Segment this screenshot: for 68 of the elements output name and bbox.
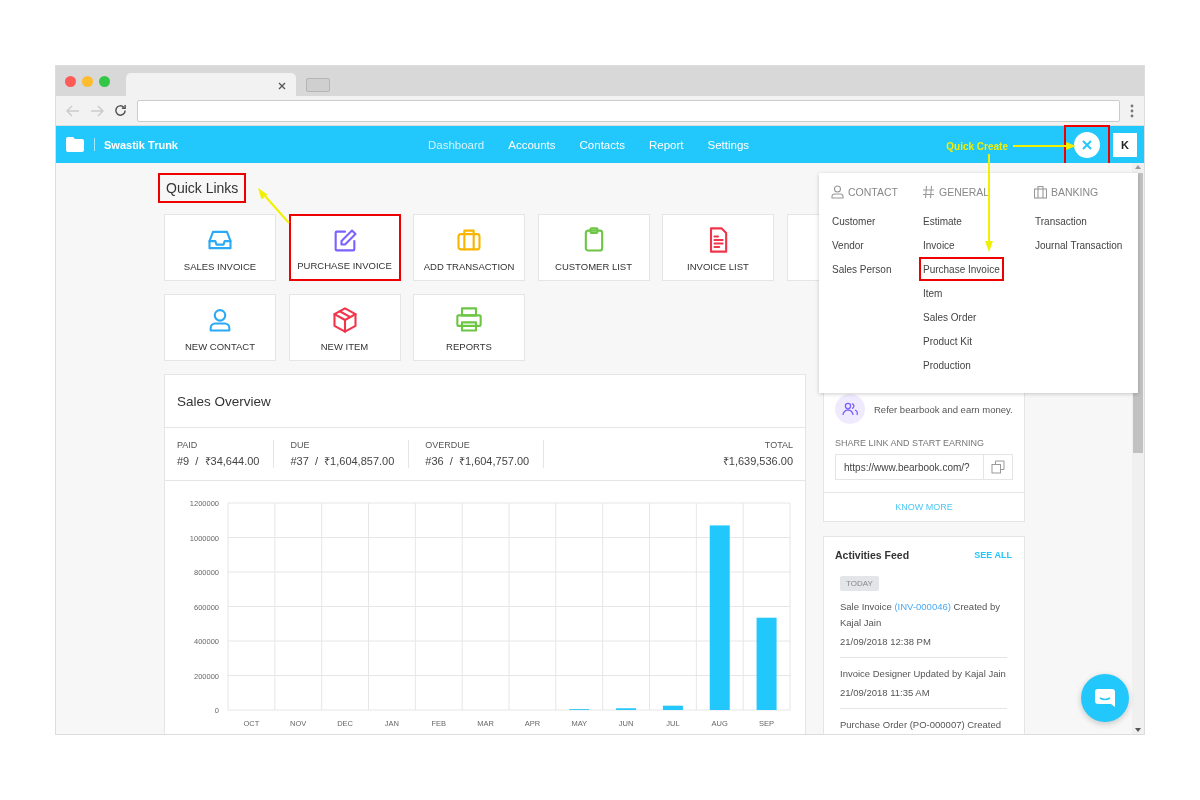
- stat-value: #36 / ₹1,604,757.00: [425, 454, 530, 468]
- activity-text: Purchase Order (PO-000007) Created: [840, 718, 1003, 732]
- quick-link-tile[interactable]: NEW ITEM: [288, 294, 401, 361]
- section-title: Quick Links: [158, 173, 247, 203]
- menu-item[interactable]: Sales Person: [828, 257, 896, 281]
- menu-item[interactable]: Estimate: [919, 209, 966, 233]
- menu-item[interactable]: Product Kit: [919, 329, 976, 353]
- menu-item[interactable]: Transaction: [1031, 209, 1091, 233]
- quick-link-tile[interactable]: SALES INVOICE: [164, 214, 276, 281]
- date-badge: TODAY: [840, 576, 879, 591]
- quick-link-tile[interactable]: PURCHASE INVOICE: [288, 214, 401, 281]
- minimize-window-icon[interactable]: [82, 75, 93, 87]
- address-field[interactable]: [137, 99, 1120, 122]
- folder-icon[interactable]: [65, 136, 85, 153]
- chart-bar: [662, 705, 683, 710]
- card-title: Activities Feed: [835, 549, 910, 561]
- stat-value: #37 / ₹1,604,857.00: [290, 454, 395, 468]
- menu-heading: BANKING: [1051, 186, 1099, 198]
- menu-item[interactable]: Production: [919, 353, 975, 377]
- chat-button[interactable]: [1081, 674, 1129, 722]
- annotation-arrow: [258, 188, 290, 224]
- menu-item[interactable]: Sales Order: [919, 305, 981, 329]
- reload-icon[interactable]: [114, 104, 127, 117]
- menu-item[interactable]: Item: [919, 281, 947, 305]
- close-icon[interactable]: [278, 82, 286, 90]
- brand-name: Swastik Trunk: [104, 138, 178, 151]
- card-title: Sales Overview: [177, 393, 271, 409]
- chat-icon[interactable]: [1094, 688, 1116, 708]
- annotation-arrow: [1012, 142, 1076, 150]
- menu-item[interactable]: Vendor: [828, 233, 868, 257]
- share-label: SHARE LINK AND START EARNING: [835, 438, 986, 448]
- maximize-window-icon[interactable]: [99, 75, 110, 87]
- quick-link-tile[interactable]: REPORTS: [413, 294, 525, 361]
- menu-item[interactable]: Invoice: [919, 233, 959, 257]
- scroll-up-icon[interactable]: [1135, 165, 1141, 169]
- scroll-down-icon[interactable]: [1135, 728, 1141, 732]
- activity-time: 21/09/2018 11:35 AM: [840, 687, 931, 698]
- quick-link-tile[interactable]: CUSTOMER LIST: [537, 214, 650, 281]
- menu-heading: CONTACT: [848, 186, 898, 198]
- people-icon: [835, 394, 865, 424]
- back-icon[interactable]: [66, 104, 80, 117]
- quick-link-tile[interactable]: NEW CONTACT: [164, 294, 276, 361]
- activity-text: Sale Invoice (INV-000046) Created by Kajal Jain: [840, 600, 1002, 630]
- stat-value: #9 / ₹34,644.00: [177, 454, 260, 468]
- quick-link-tile[interactable]: INVOICE LIST: [662, 214, 774, 281]
- quick-link-tile[interactable]: ADD TRANSACTION: [413, 214, 525, 281]
- close-window-icon[interactable]: [65, 75, 76, 87]
- stat-label: TOTAL: [764, 440, 793, 450]
- menu-item[interactable]: Journal Transaction: [1031, 233, 1127, 257]
- activity-text: Invoice Designer Updated by Kajal Jain: [840, 667, 1007, 681]
- more-icon[interactable]: [1130, 103, 1134, 118]
- avatar-button[interactable]: K: [1113, 132, 1137, 157]
- activity-time: 21/09/2018 12:38 PM: [840, 636, 932, 647]
- stat-value: ₹1,639,536.00: [722, 454, 793, 468]
- refer-text: Refer bearbook and earn money.: [874, 403, 1013, 415]
- annotation-label: Quick Create: [946, 140, 1008, 152]
- new-tab-button[interactable]: [306, 78, 330, 92]
- stat-label: PAID: [177, 440, 199, 450]
- menu-heading: GENERAL: [939, 186, 990, 198]
- menu-item[interactable]: Purchase Invoice: [919, 257, 1004, 281]
- stat-label: DUE: [290, 440, 311, 450]
- stat-label: OVERDUE: [425, 440, 471, 450]
- menu-item[interactable]: Customer: [828, 209, 880, 233]
- hash-icon: [922, 185, 935, 199]
- forward-icon[interactable]: [90, 104, 104, 117]
- close-button[interactable]: [1074, 131, 1100, 158]
- briefcase-icon: [1034, 185, 1047, 199]
- user-icon: [831, 185, 844, 199]
